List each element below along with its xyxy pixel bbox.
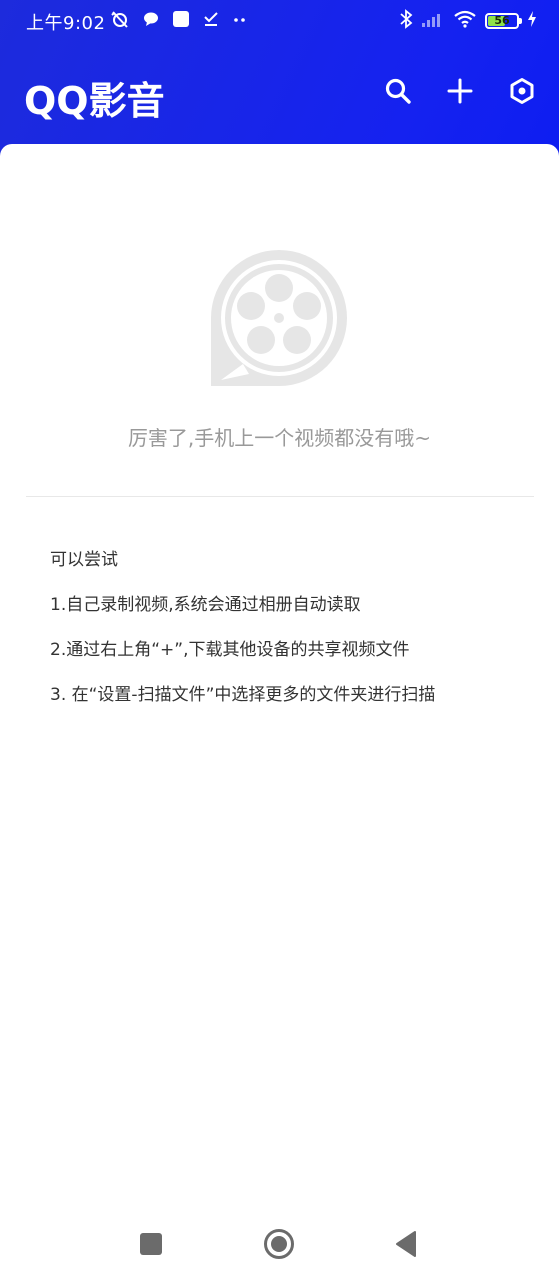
app-square-icon bbox=[172, 10, 190, 33]
home-button[interactable] bbox=[261, 1226, 297, 1262]
recents-square-icon bbox=[140, 1233, 162, 1255]
status-system-icons: 56 bbox=[399, 8, 537, 34]
add-button[interactable] bbox=[443, 74, 477, 108]
charging-bolt-icon bbox=[527, 10, 537, 33]
app-bar-actions bbox=[381, 74, 539, 108]
alarm-off-icon bbox=[110, 9, 130, 34]
system-navigation-bar bbox=[0, 1210, 559, 1280]
wifi-icon bbox=[453, 10, 477, 33]
signal-icon bbox=[421, 10, 445, 33]
chat-bubble-icon bbox=[142, 10, 160, 33]
back-triangle-icon bbox=[396, 1231, 416, 1257]
battery-indicator: 56 bbox=[485, 13, 522, 29]
tips-heading: 可以尝试 bbox=[50, 550, 118, 570]
divider bbox=[26, 496, 534, 497]
battery-level: 56 bbox=[494, 14, 510, 27]
video-list-content: 厉害了,手机上一个视频都没有哦~ 可以尝试 1.自己录制视频,系统会通过相册自动… bbox=[0, 144, 559, 1280]
tip-item: 2.通过右上角“+”,下载其他设备的共享视频文件 bbox=[50, 640, 410, 660]
home-circle-icon bbox=[264, 1229, 294, 1259]
status-notification-icons bbox=[110, 9, 248, 33]
status-bar: 上午9:02 56 bbox=[0, 0, 559, 42]
video-reel-icon bbox=[207, 246, 351, 390]
app-screen: 上午9:02 56 QQ影音 厉害了,手机上一个视频都没有哦~ 可以尝试 1.自… bbox=[0, 0, 559, 1280]
settings-icon bbox=[510, 78, 534, 104]
plus-icon bbox=[447, 78, 473, 104]
app-bar: QQ影音 bbox=[0, 60, 559, 134]
bluetooth-icon bbox=[399, 8, 413, 34]
status-time: 上午9:02 bbox=[26, 13, 106, 34]
more-dots-icon bbox=[232, 10, 248, 33]
app-title-logo: QQ影音 bbox=[24, 79, 165, 123]
tips-section: 可以尝试 1.自己录制视频,系统会通过相册自动读取 2.通过右上角“+”,下载其… bbox=[50, 548, 530, 728]
back-button[interactable] bbox=[388, 1226, 424, 1262]
settings-button[interactable] bbox=[505, 74, 539, 108]
search-button[interactable] bbox=[381, 74, 415, 108]
recent-apps-button[interactable] bbox=[133, 1226, 169, 1262]
tip-item: 3. 在“设置-扫描文件”中选择更多的文件夹进行扫描 bbox=[50, 685, 436, 705]
battery-cap bbox=[519, 18, 522, 24]
tip-item: 1.自己录制视频,系统会通过相册自动读取 bbox=[50, 595, 361, 615]
empty-state-message: 厉害了,手机上一个视频都没有哦~ bbox=[127, 426, 432, 450]
search-icon bbox=[385, 78, 411, 104]
download-done-icon bbox=[202, 10, 220, 33]
